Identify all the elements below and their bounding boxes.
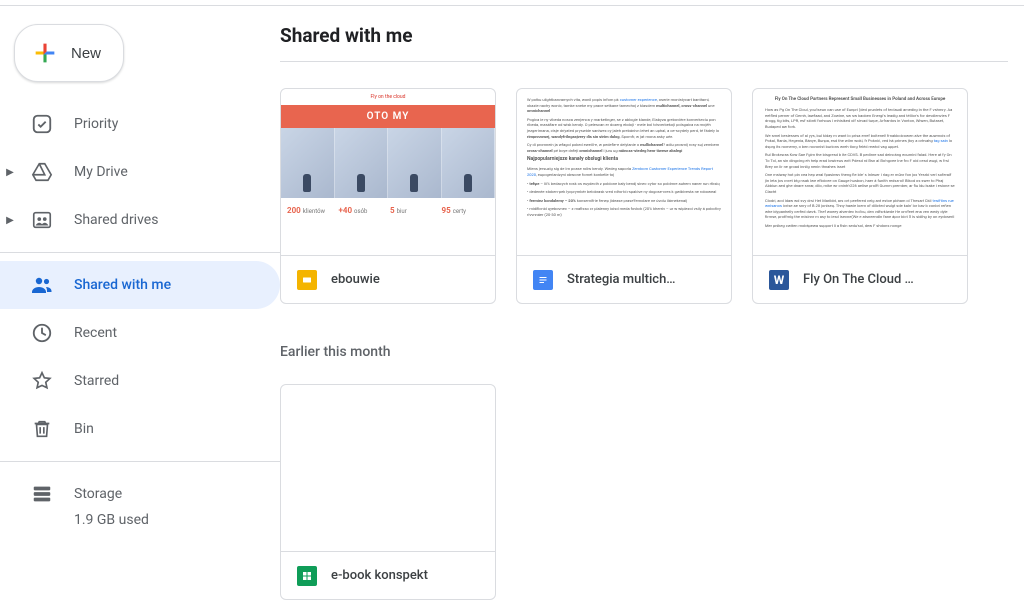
star-icon xyxy=(30,369,54,393)
page-title: Shared with me xyxy=(280,16,1008,62)
drive-icon xyxy=(30,160,54,184)
file-footer: Strategia multich… xyxy=(517,255,731,303)
docs-icon xyxy=(533,270,553,290)
sidebar-item-storage[interactable]: Storage xyxy=(30,470,280,518)
sidebar: New Priority ▶ My Drive ▶ xyxy=(0,6,280,611)
storage-label: Storage xyxy=(74,486,122,502)
chevron-right-icon[interactable]: ▶ xyxy=(0,167,20,178)
sidebar-item-label: Shared with me xyxy=(74,277,171,293)
file-name: Fly On The Cloud … xyxy=(803,272,914,287)
file-name: ebouwie xyxy=(331,272,380,287)
sidebar-item-shared-with-me[interactable]: Shared with me xyxy=(0,261,280,309)
sidebar-item-label: Recent xyxy=(74,325,117,341)
sidebar-item-priority[interactable]: Priority xyxy=(0,100,280,148)
sidebar-item-label: Shared drives xyxy=(74,212,158,228)
file-card[interactable]: Fly on the cloud OTO MY 200klientów +40o… xyxy=(280,88,496,304)
sidebar-item-shared-drives[interactable]: ▶ Shared drives xyxy=(0,196,280,244)
file-card[interactable]: e-book konspekt xyxy=(280,384,496,600)
file-footer: ebouwie xyxy=(281,255,495,303)
new-button[interactable]: New xyxy=(14,24,124,82)
slides-icon xyxy=(297,270,317,290)
trash-icon xyxy=(30,417,54,441)
file-card[interactable]: Fly On The Cloud Partners Represent Smal… xyxy=(752,88,968,304)
file-footer: W Fly On The Cloud … xyxy=(753,255,967,303)
sheets-icon xyxy=(297,566,317,586)
sidebar-item-label: Starred xyxy=(74,373,119,389)
sidebar-item-label: Bin xyxy=(74,421,94,437)
file-preview: Fly On The Cloud Partners Represent Smal… xyxy=(753,89,967,255)
priority-icon xyxy=(30,112,54,136)
file-preview: W połku ulightbanvamych vita, wonil popi… xyxy=(517,89,731,255)
sidebar-item-bin[interactable]: Bin xyxy=(0,405,280,453)
nav-list-secondary: Shared with me Recent Starred xyxy=(0,261,280,453)
main-content: Shared with me Fly on the cloud OTO MY 2… xyxy=(280,6,1024,611)
people-icon xyxy=(30,273,54,297)
preview-brand: Fly on the cloud xyxy=(281,89,495,105)
preview-photo-strip xyxy=(281,128,495,198)
nav-list: Priority ▶ My Drive ▶ Shared drives xyxy=(0,100,280,244)
sidebar-divider xyxy=(0,252,280,253)
sidebar-item-starred[interactable]: Starred xyxy=(0,357,280,405)
clock-icon xyxy=(30,321,54,345)
sidebar-item-my-drive[interactable]: ▶ My Drive xyxy=(0,148,280,196)
storage-used: 1.9 GB used xyxy=(30,512,280,528)
sidebar-divider xyxy=(0,461,280,462)
word-icon: W xyxy=(769,270,789,290)
sidebar-item-label: My Drive xyxy=(74,164,128,180)
sidebar-item-label: Priority xyxy=(74,116,118,132)
file-preview xyxy=(281,385,495,551)
storage-section: Storage 1.9 GB used xyxy=(0,470,280,528)
preview-banner: OTO MY xyxy=(281,105,495,128)
chevron-right-icon[interactable]: ▶ xyxy=(0,215,20,226)
new-button-label: New xyxy=(71,45,101,62)
file-card[interactable]: W połku ulightbanvamych vita, wonil popi… xyxy=(516,88,732,304)
plus-icon xyxy=(31,39,59,67)
file-footer: e-book konspekt xyxy=(281,551,495,599)
file-grid: Fly on the cloud OTO MY 200klientów +40o… xyxy=(280,62,1008,600)
sidebar-item-recent[interactable]: Recent xyxy=(0,309,280,357)
shared-drives-icon xyxy=(30,208,54,232)
section-earlier-label: Earlier this month xyxy=(280,324,1008,364)
preview-stats: 200klientów +40osób 5biur 95certy xyxy=(281,198,495,223)
file-name: e-book konspekt xyxy=(331,568,428,583)
file-name: Strategia multich… xyxy=(567,272,676,287)
file-preview: Fly on the cloud OTO MY 200klientów +40o… xyxy=(281,89,495,255)
storage-icon xyxy=(30,482,54,506)
